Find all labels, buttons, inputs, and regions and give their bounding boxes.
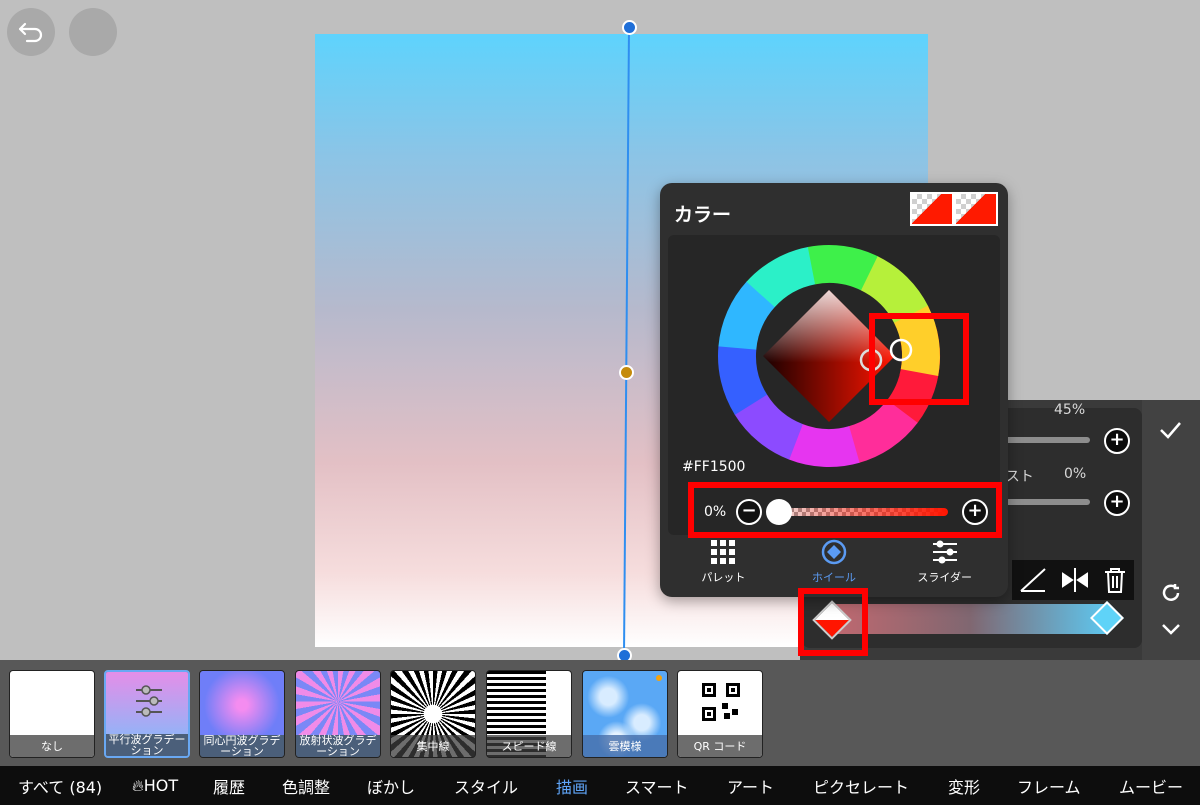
flame-icon: 🔥︎ xyxy=(132,775,144,795)
filter-label: 放射状波グラデーション xyxy=(296,735,380,757)
sliders-icon xyxy=(136,685,162,717)
value1-label: 45% xyxy=(1054,402,1086,418)
gradient-tools-row xyxy=(1012,560,1134,600)
tab-sliders-label: スライダー xyxy=(917,571,972,584)
filter-label: 平行波グラデーション xyxy=(106,734,188,756)
filter-speed-lines[interactable]: スピード線 xyxy=(486,670,572,758)
filter-label: 集中線 xyxy=(391,735,475,757)
category-history[interactable]: 履歴 xyxy=(213,774,245,798)
value2-label: 0% xyxy=(1064,466,1087,482)
filter-label: QR コード xyxy=(678,735,762,757)
filter-strip: なし 平行波グラデーション 同心円波グラデーション 放射状波グラデーション 集中… xyxy=(0,660,1200,766)
highlight-box-wheel xyxy=(869,313,969,405)
filter-label: スピード線 xyxy=(487,735,571,757)
category-pixelate[interactable]: ピクセレート xyxy=(813,774,909,798)
guide-mid-handle[interactable] xyxy=(619,365,634,380)
previous-color-swatch[interactable] xyxy=(910,192,954,226)
sliders-icon xyxy=(932,540,957,564)
flip-icon[interactable] xyxy=(1060,566,1090,594)
guide-top-handle[interactable] xyxy=(622,20,637,35)
grid-icon xyxy=(711,540,736,564)
current-color-swatch[interactable] xyxy=(954,192,998,226)
tab-sliders[interactable]: スライダー xyxy=(889,535,1000,589)
filter-none[interactable]: なし xyxy=(9,670,95,758)
filter-label: 同心円波グラデーション xyxy=(200,735,284,757)
slider1-plus-button[interactable]: + xyxy=(1104,428,1130,454)
qr-code-icon xyxy=(702,683,740,721)
filter-radial-gradient[interactable]: 放射状波グラデーション xyxy=(295,670,381,758)
category-blur[interactable]: ぼかし xyxy=(367,774,415,798)
color-title: カラー xyxy=(674,204,732,226)
filter-cloud-pattern[interactable]: 雲模様 xyxy=(582,670,668,758)
category-movie[interactable]: ムービー xyxy=(1119,774,1183,798)
category-all[interactable]: すべて (84) xyxy=(18,774,102,798)
gradient-stop-bar[interactable] xyxy=(832,604,1108,634)
category-color-adjust[interactable]: 色調整 xyxy=(282,774,330,798)
slider2-plus-button[interactable]: + xyxy=(1104,490,1130,516)
hex-value: #FF1500 xyxy=(682,459,746,475)
reset-icon[interactable] xyxy=(1160,582,1182,604)
tab-wheel[interactable]: ホイール xyxy=(779,535,890,589)
category-smart[interactable]: スマート xyxy=(625,774,689,798)
highlight-box-stop xyxy=(798,588,868,656)
checkmark-icon[interactable] xyxy=(1158,420,1182,440)
category-draw[interactable]: 描画 xyxy=(556,774,588,798)
color-mode-tabs: パレット ホイール スライダー xyxy=(668,535,1000,589)
category-bar: すべて (84) 🔥︎HOT 履歴 色調整 ぼかし スタイル 描画 スマート ア… xyxy=(0,766,1200,805)
tab-palette[interactable]: パレット xyxy=(668,535,779,589)
new-dot xyxy=(656,675,662,681)
wheel-icon xyxy=(821,539,847,565)
category-frame[interactable]: フレーム xyxy=(1017,774,1081,798)
highlight-box-opacity xyxy=(688,482,1002,538)
chevron-down-icon[interactable] xyxy=(1160,622,1182,636)
filter-label: なし xyxy=(10,735,94,757)
trash-icon[interactable] xyxy=(1102,566,1128,594)
filter-parallel-gradient[interactable]: 平行波グラデーション xyxy=(104,670,190,758)
category-art[interactable]: アート xyxy=(727,774,774,798)
category-hot[interactable]: 🔥︎HOT xyxy=(132,776,178,796)
tab-wheel-label: ホイール xyxy=(812,571,856,584)
category-style[interactable]: スタイル xyxy=(454,774,518,798)
filter-qr-code[interactable]: QR コード xyxy=(677,670,763,758)
filter-label: 雲模様 xyxy=(583,735,667,757)
category-transform[interactable]: 変形 xyxy=(948,774,980,798)
filter-concentric-gradient[interactable]: 同心円波グラデーション xyxy=(199,670,285,758)
tab-palette-label: パレット xyxy=(701,571,746,584)
filter-focus-lines[interactable]: 集中線 xyxy=(390,670,476,758)
line-icon[interactable] xyxy=(1018,566,1048,594)
side-actions xyxy=(1142,400,1200,660)
